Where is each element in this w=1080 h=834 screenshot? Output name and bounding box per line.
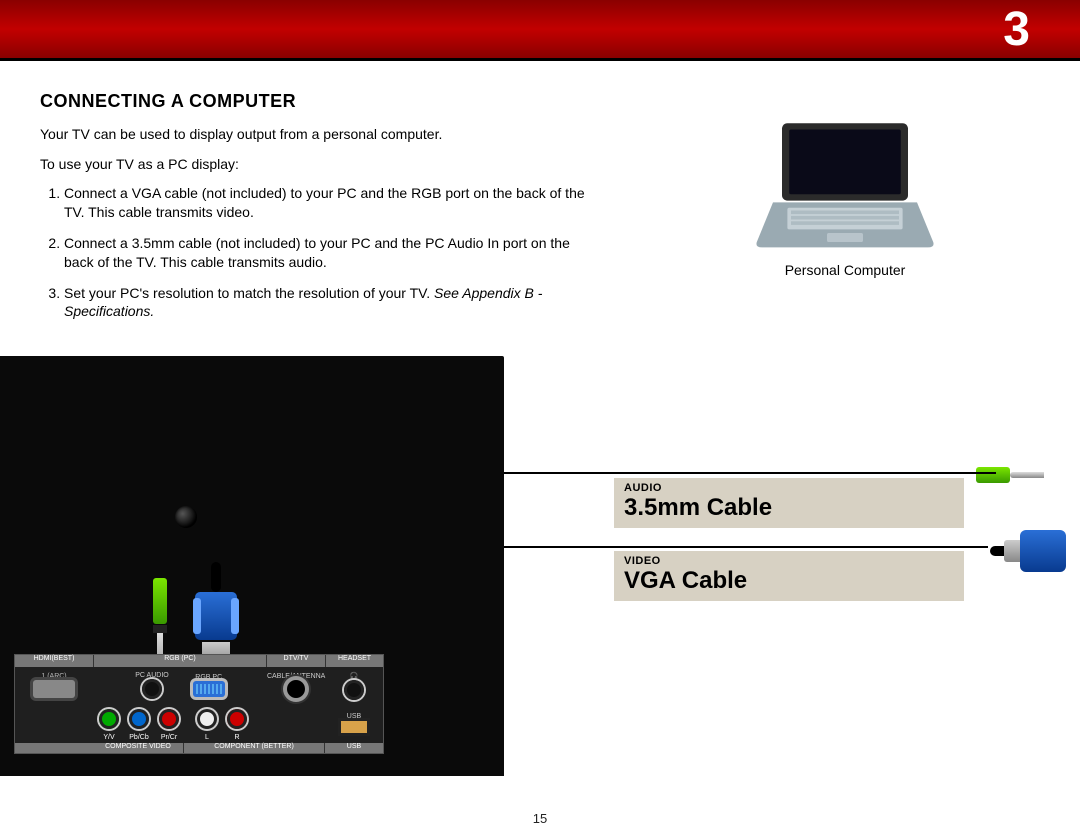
rgb-pc-label: RGB PC [193, 674, 225, 681]
pc-audio-label: PC AUDIO [135, 672, 168, 679]
audio-jack-icon [976, 466, 1056, 484]
video-cable-name: VGA Cable [624, 567, 954, 595]
step-3-text: Set your PC's resolution to match the re… [64, 285, 434, 301]
laptop-icon [755, 116, 935, 251]
video-tag: VIDEO [624, 555, 954, 567]
headphone-port-icon [344, 680, 364, 700]
usb-label: USB [325, 713, 383, 720]
port-panel: HDMI(BEST) RGB (PC) DTV/TV HEADSET 1 (AR… [14, 654, 384, 754]
dtv-header: DTV/TV [267, 655, 325, 667]
hdmi-sub-label: 1 (ARC) [15, 673, 93, 680]
chapter-banner: 3 [0, 0, 1080, 58]
component-y-port-icon [99, 709, 119, 729]
steps-list: Connect a VGA cable (not included) to yo… [40, 184, 600, 321]
laptop-caption: Personal Computer [730, 262, 960, 278]
headset-icon: 🎧 [325, 672, 383, 680]
laptop-illustration: Personal Computer [730, 116, 960, 278]
rgb-header: RGB (PC) [93, 655, 267, 667]
step-2: Connect a 3.5mm cable (not included) to … [64, 234, 600, 272]
step-3: Set your PC's resolution to match the re… [64, 284, 600, 322]
audio-r-port-icon [227, 709, 247, 729]
cable-antenna-label: CABLE/ANTENNA [267, 673, 325, 680]
component-pb-port-icon [129, 709, 149, 729]
hdmi-port-icon [33, 680, 75, 698]
step-1: Connect a VGA cable (not included) to yo… [64, 184, 600, 222]
audio-r-label: R [223, 734, 251, 741]
audio-tag: AUDIO [624, 482, 954, 494]
composite-footer: COMPOSITE VIDEO [93, 743, 183, 753]
hdmi-header: HDMI(BEST) [15, 655, 93, 667]
audio-cable-name: 3.5mm Cable [624, 494, 954, 522]
comp-pb-label: Pb/Cb [125, 734, 153, 741]
audio-l-label: L [193, 734, 221, 741]
vga-port-icon [193, 681, 225, 697]
pc-audio-port-icon [142, 679, 162, 699]
component-footer: COMPONENT (BETTER) [183, 743, 325, 753]
coax-port-icon [287, 680, 305, 698]
vga-connector-icon [988, 530, 1066, 576]
audio-l-port-icon [197, 709, 217, 729]
tv-back-panel: HDMI(BEST) RGB (PC) DTV/TV HEADSET 1 (AR… [0, 356, 504, 776]
video-cable-label: VIDEO VGA Cable [614, 551, 964, 601]
usb-port-icon [341, 721, 367, 733]
comp-y-label: Y/V [95, 734, 123, 741]
comp-pr-label: Pr/Cr [155, 734, 183, 741]
screw-icon [175, 506, 197, 528]
component-pr-port-icon [159, 709, 179, 729]
chapter-number: 3 [1003, 2, 1030, 57]
usb-footer: USB [325, 743, 383, 753]
intro-paragraph: Your TV can be used to display output fr… [40, 126, 600, 142]
vga-plug-icon [195, 570, 237, 664]
audio-cable-label: AUDIO 3.5mm Cable [614, 478, 964, 528]
section-title: CONNECTING A COMPUTER [40, 91, 1040, 112]
headset-header: HEADSET [325, 655, 383, 667]
page-number: 15 [533, 811, 547, 826]
